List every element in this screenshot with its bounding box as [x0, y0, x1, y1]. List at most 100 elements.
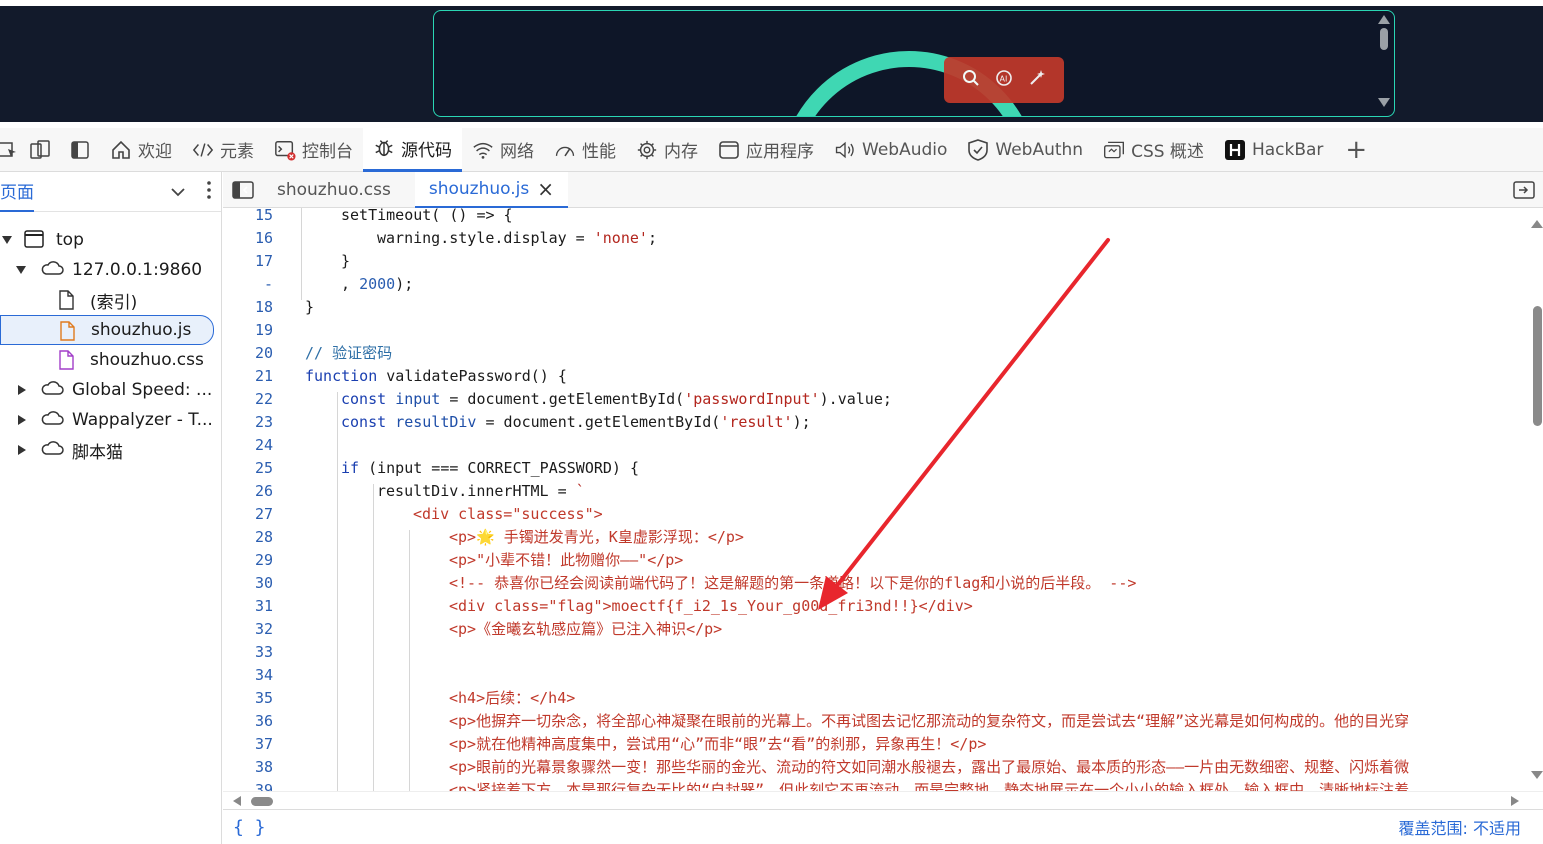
line-number[interactable]: 25: [223, 457, 273, 480]
ai-icon[interactable]: AI: [995, 69, 1013, 91]
tab-label: WebAudio: [862, 139, 948, 160]
tab-shield[interactable]: WebAuthn: [957, 128, 1093, 172]
line-number[interactable]: 15: [223, 208, 273, 227]
scroll-thumb[interactable]: [1380, 28, 1388, 50]
line-number[interactable]: 23: [223, 411, 273, 434]
line-number[interactable]: 37: [223, 733, 273, 756]
add-tab-button[interactable]: +: [1333, 135, 1379, 165]
scroll-thumb[interactable]: [251, 797, 273, 806]
scroll-left-icon[interactable]: [233, 796, 241, 806]
tree-item-label: (索引): [90, 292, 138, 313]
line-number[interactable]: 18: [223, 296, 273, 319]
collapse-arrow-icon[interactable]: [18, 385, 26, 395]
tab-home[interactable]: 欢迎: [100, 128, 182, 172]
magic-wand-icon[interactable]: [1028, 69, 1046, 91]
tree-item[interactable]: shouzhuo.css: [0, 345, 221, 375]
file-icon: [58, 290, 74, 310]
tab-gauge[interactable]: 性能: [544, 128, 626, 172]
more-options-icon[interactable]: [207, 180, 211, 203]
tree-item[interactable]: shouzhuo.js: [0, 315, 214, 345]
code-text: <p>就在他精神高度集中，尝试用“心”而非“眼”去“看”的刹那，异象再生！</p…: [449, 733, 986, 756]
tab-bug[interactable]: 源代码: [363, 127, 462, 172]
file-tab-label: shouzhuo.css: [277, 179, 391, 200]
tree-item[interactable]: 脚本猫: [0, 435, 221, 465]
tab-hackbar[interactable]: HackBar: [1214, 128, 1333, 172]
file-tab[interactable]: shouzhuo.js ×: [414, 171, 568, 208]
code-token: ;: [647, 229, 657, 247]
tree-item[interactable]: Wappalyzer - T...: [0, 405, 221, 435]
scroll-thumb[interactable]: [1533, 306, 1542, 426]
line-number[interactable]: 34: [223, 664, 273, 687]
code-line: 15 setTimeout( () => {: [223, 208, 1529, 227]
scroll-up-icon[interactable]: [1378, 15, 1390, 24]
editor-horizontal-scrollbar[interactable]: [223, 791, 1543, 809]
line-number[interactable]: 39: [223, 779, 273, 791]
line-number[interactable]: 24: [223, 434, 273, 457]
chevron-down-icon[interactable]: [171, 182, 185, 201]
line-number[interactable]: 38: [223, 756, 273, 779]
line-number[interactable]: 17: [223, 250, 273, 273]
line-number[interactable]: 30: [223, 572, 273, 595]
tab-app-window[interactable]: 应用程序: [708, 128, 824, 172]
line-number[interactable]: 26: [223, 480, 273, 503]
line-number[interactable]: 27: [223, 503, 273, 526]
expand-arrow-icon[interactable]: [2, 236, 12, 244]
tab-css-overview[interactable]: CSS 概述: [1093, 128, 1214, 172]
tree-item[interactable]: Global Speed: ...: [0, 375, 221, 405]
scroll-right-icon[interactable]: [1511, 796, 1519, 806]
code-editor[interactable]: 15 setTimeout( () => {16 warning.style.dis…: [223, 208, 1529, 791]
code-line: 30 <!-- 恭喜你已经会阅读前端代码了！这是解题的第一条道路！以下是你的fla…: [223, 572, 1529, 595]
pretty-print-button[interactable]: { }: [233, 817, 266, 838]
floating-toolbar: AI: [944, 57, 1064, 103]
tree-item[interactable]: top: [0, 225, 221, 255]
line-number[interactable]: 32: [223, 618, 273, 641]
dock-side-icon[interactable]: [60, 130, 100, 170]
scroll-up-icon[interactable]: [1531, 220, 1543, 228]
code-line: 39 <p>紧接着下方，本是那行复杂无比的“自封器”，但此刻它不再流动，而是完整地…: [223, 779, 1529, 791]
search-icon[interactable]: [962, 69, 980, 91]
toggle-debugger-icon[interactable]: [1513, 181, 1535, 203]
editor-vertical-scrollbar[interactable]: [1529, 208, 1543, 791]
line-number[interactable]: 21: [223, 365, 273, 388]
navigator-panel: 页面 top 127.0.0.1:9860 (索引) shouzhuo.js shouz…: [0, 172, 222, 844]
inspect-element-icon[interactable]: [0, 130, 20, 170]
line-number[interactable]: 19: [223, 319, 273, 342]
file-tab[interactable]: shouzhuo.css: [263, 172, 405, 208]
tree-item[interactable]: (索引): [0, 285, 221, 315]
tab-wifi[interactable]: 网络: [462, 128, 544, 172]
editor-statusbar: { } 覆盖范围: 不适用: [223, 809, 1543, 844]
line-number[interactable]: 22: [223, 388, 273, 411]
close-icon[interactable]: ×: [537, 177, 554, 201]
line-number[interactable]: -: [223, 273, 273, 296]
expand-arrow-icon[interactable]: [16, 266, 26, 274]
code-line: 23 const resultDiv = document.getElementB…: [223, 411, 1529, 434]
tab-pages[interactable]: 页面: [0, 172, 34, 212]
bug-icon: [373, 137, 395, 159]
device-emulation-icon[interactable]: [20, 130, 60, 170]
line-number[interactable]: 35: [223, 687, 273, 710]
tab-speaker[interactable]: WebAudio: [824, 128, 957, 172]
tree-item-label: top: [56, 230, 84, 250]
scroll-down-icon[interactable]: [1378, 98, 1390, 107]
line-number[interactable]: 28: [223, 526, 273, 549]
collapse-arrow-icon[interactable]: [18, 445, 26, 455]
tree-item[interactable]: 127.0.0.1:9860: [0, 255, 221, 285]
tab-chip[interactable]: 内存: [626, 128, 708, 172]
code-token: 'result': [720, 413, 793, 431]
preview-scrollbar[interactable]: [1377, 13, 1391, 113]
toggle-navigator-icon[interactable]: [223, 180, 263, 199]
line-number[interactable]: 20: [223, 342, 273, 365]
code-line: 28 <p>🌟 手镯迸发青光，K皇虚影浮现：</p>: [223, 526, 1529, 549]
tab-code-tag[interactable]: 元素: [182, 128, 264, 172]
tab-console[interactable]: 控制台: [264, 128, 363, 172]
line-number[interactable]: 31: [223, 595, 273, 618]
line-number[interactable]: 33: [223, 641, 273, 664]
line-number[interactable]: 16: [223, 227, 273, 250]
line-number[interactable]: 36: [223, 710, 273, 733]
collapse-arrow-icon[interactable]: [18, 415, 26, 425]
scroll-down-icon[interactable]: [1531, 771, 1543, 779]
line-number[interactable]: 29: [223, 549, 273, 572]
coverage-status[interactable]: 覆盖范围: 不适用: [1399, 815, 1521, 839]
cloud-icon: [40, 260, 64, 276]
gauge-icon: [554, 139, 576, 161]
